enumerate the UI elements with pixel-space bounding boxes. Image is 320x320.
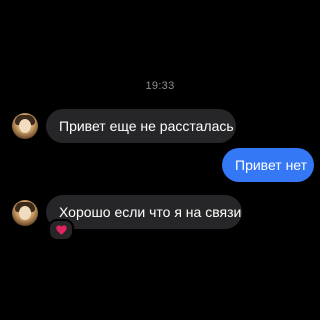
contact-avatar[interactable]: [12, 113, 38, 139]
incoming-message-bubble[interactable]: Привет еще не рассталась: [46, 109, 236, 143]
contact-avatar[interactable]: [12, 200, 38, 226]
avatar-face: [19, 206, 31, 220]
chat-screen: 19:33 Привет еще не рассталась Привет не…: [0, 0, 320, 320]
message-reaction[interactable]: [48, 219, 74, 241]
message-timestamp: 19:33: [145, 80, 175, 92]
incoming-message-bubble[interactable]: Хорошо если что я на связи: [46, 195, 242, 229]
avatar-face: [19, 119, 31, 133]
outgoing-message-bubble[interactable]: Привет нет: [222, 148, 314, 182]
heart-icon: [55, 225, 67, 235]
